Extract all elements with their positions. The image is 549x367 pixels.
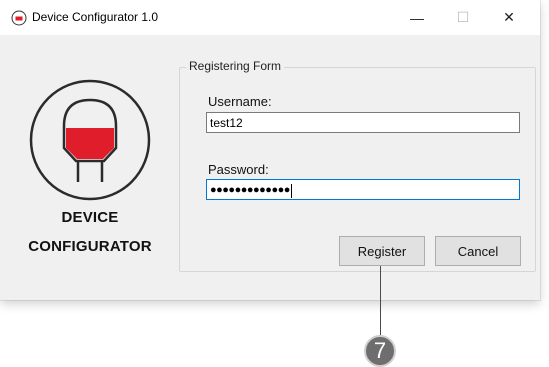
username-value: test12	[210, 116, 243, 130]
minimize-icon[interactable]: —	[394, 0, 440, 35]
close-icon[interactable]: ✕	[486, 0, 532, 35]
text-caret	[290, 183, 292, 198]
title-bar[interactable]: Device Configurator 1.0 — ☐ ✕	[0, 0, 540, 35]
password-mask: ●●●●●●●●●●●●●	[210, 184, 290, 196]
step-badge: 7	[364, 335, 396, 367]
logo-title-line2: CONFIGURATOR	[28, 238, 152, 255]
group-title: Registering Form	[186, 59, 285, 73]
app-icon	[11, 10, 27, 26]
app-window: Device Configurator 1.0 — ☐ ✕ DEVICE CON…	[0, 0, 540, 300]
password-label: Password:	[208, 162, 269, 177]
logo-title-line1: DEVICE	[61, 209, 119, 226]
window-title: Device Configurator 1.0	[32, 10, 159, 24]
tank-logo-icon	[29, 79, 151, 201]
username-field[interactable]: test12	[206, 112, 520, 133]
register-button[interactable]: Register	[339, 236, 425, 266]
callout-line	[380, 266, 381, 337]
cancel-button[interactable]: Cancel	[435, 236, 521, 266]
maximize-icon[interactable]: ☐	[440, 0, 486, 35]
password-field[interactable]: ●●●●●●●●●●●●●	[206, 179, 520, 200]
device-logo: DEVICE CONFIGURATOR	[20, 78, 160, 268]
username-label: Username:	[208, 94, 272, 109]
